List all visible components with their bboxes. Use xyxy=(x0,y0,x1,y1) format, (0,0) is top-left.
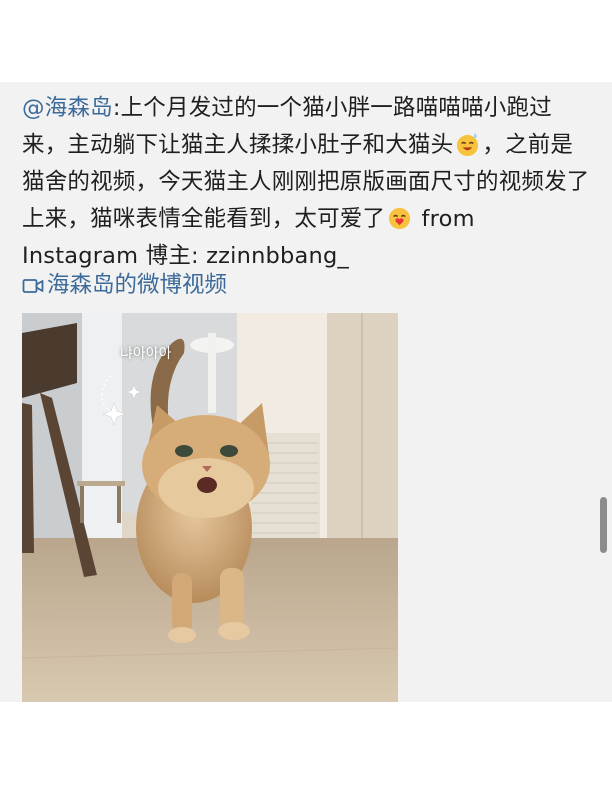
video-link-label: 海森岛的微博视频 xyxy=(47,272,228,298)
video-thumbnail[interactable]: 냐아아아 xyxy=(22,313,398,702)
video-link[interactable]: 海森岛的微博视频 xyxy=(22,267,227,304)
heart-kiss-emoji-icon xyxy=(389,207,411,230)
sweat-smile-emoji-icon xyxy=(457,132,479,157)
cat-video-frame xyxy=(22,313,398,702)
video-camera-icon xyxy=(22,278,44,293)
post-text: @海森岛:上个月发过的一个猫小胖一路喵喵喵小跑过来，主动躺下让猫主人揉揉小肚子和… xyxy=(22,90,594,275)
video-sticker-text: 냐아아아 xyxy=(120,346,172,362)
scrollbar-thumb[interactable] xyxy=(600,497,607,553)
user-mention-link[interactable]: @海森岛 xyxy=(22,95,113,121)
